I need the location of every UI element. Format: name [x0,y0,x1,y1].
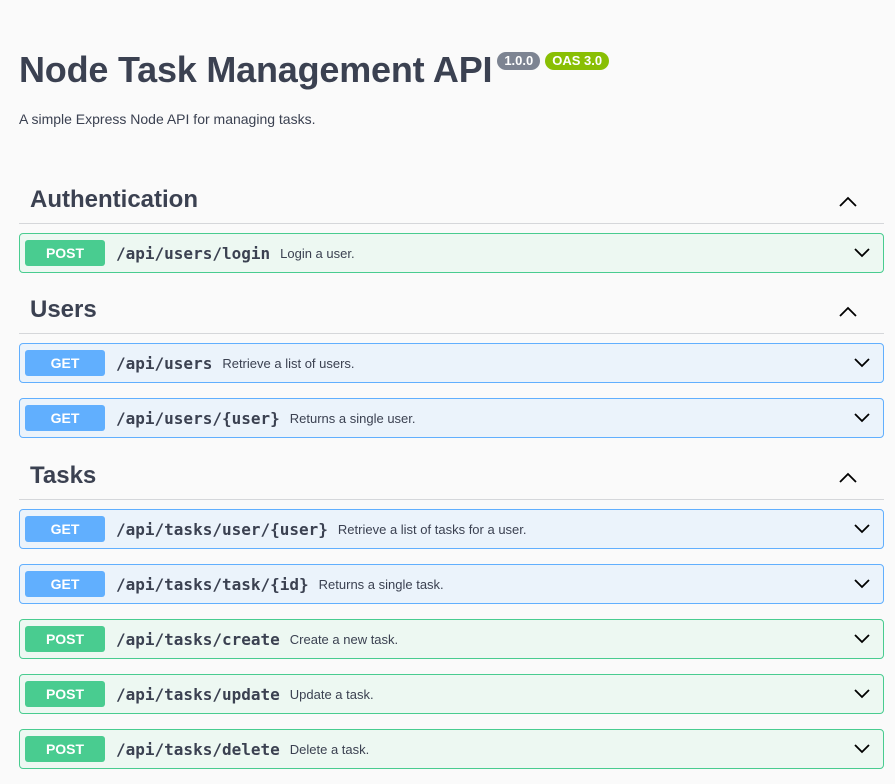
section-header-users[interactable]: Users [19,290,884,334]
method-badge: POST [25,240,105,266]
operation-summary: Retrieve a list of tasks for a user. [337,521,527,537]
operation-post-task-create[interactable]: POST /api/tasks/create Create a new task… [19,619,884,659]
method-badge: GET [25,350,105,376]
chevron-down-icon[interactable] [853,523,871,535]
section-users: Users GET /api/users Retrieve a list of … [19,290,884,440]
chevron-down-icon[interactable] [853,412,871,424]
chevron-down-icon[interactable] [853,578,871,590]
operation-summary: Retrieve a list of users. [222,355,355,371]
chevron-up-icon[interactable] [838,196,858,208]
operation-path: /api/tasks/task/{id} [116,574,309,594]
operation-path: /api/tasks/create [116,629,280,649]
operation-summary: Create a new task. [289,631,399,647]
chevron-down-icon[interactable] [853,743,871,755]
method-badge: POST [25,626,105,652]
api-info-header: Node Task Management API 1.0.0 OAS 3.0 A… [19,46,884,127]
operation-post-task-delete[interactable]: POST /api/tasks/delete Delete a task. [19,729,884,769]
operation-post-users-login[interactable]: POST /api/users/login Login a user. [19,233,884,273]
operation-path: /api/tasks/user/{user} [116,519,328,539]
method-badge: GET [25,405,105,431]
chevron-up-icon[interactable] [838,472,858,484]
api-description: A simple Express Node API for managing t… [19,111,316,127]
operation-summary: Returns a single task. [318,576,444,592]
method-badge: GET [25,571,105,597]
version-badge: 1.0.0 [497,52,541,70]
operation-summary: Returns a single user. [289,410,416,426]
operation-get-task[interactable]: GET /api/tasks/task/{id} Returns a singl… [19,564,884,604]
section-header-authentication[interactable]: Authentication [19,180,884,224]
operation-summary: Login a user. [280,245,355,261]
method-badge: POST [25,736,105,762]
operation-get-user[interactable]: GET /api/users/{user} Returns a single u… [19,398,884,438]
title-row: Node Task Management API 1.0.0 OAS 3.0 [19,46,884,94]
operation-path: /api/users/{user} [116,408,280,428]
operation-path: /api/tasks/update [116,684,280,704]
method-badge: GET [25,516,105,542]
operation-summary: Update a task. [289,686,374,702]
oas-badge: OAS 3.0 [545,52,610,70]
section-title: Users [30,296,97,323]
section-header-tasks[interactable]: Tasks [19,456,884,500]
chevron-up-icon[interactable] [838,306,858,318]
section-title: Tasks [30,462,97,489]
section-tasks: Tasks GET /api/tasks/user/{user} Retriev… [19,456,884,771]
section-authentication: Authentication POST /api/users/login Log… [19,180,884,274]
chevron-down-icon[interactable] [853,357,871,369]
operation-post-task-update[interactable]: POST /api/tasks/update Update a task. [19,674,884,714]
operation-path: /api/users [116,353,213,373]
section-title: Authentication [30,186,198,213]
chevron-down-icon[interactable] [853,633,871,645]
method-badge: POST [25,681,105,707]
chevron-down-icon[interactable] [853,688,871,700]
operation-path: /api/users/login [116,243,271,263]
operation-summary: Delete a task. [289,741,370,757]
chevron-down-icon[interactable] [853,247,871,259]
operation-get-tasks-user[interactable]: GET /api/tasks/user/{user} Retrieve a li… [19,509,884,549]
page-title: Node Task Management API [19,49,493,90]
operation-path: /api/tasks/delete [116,739,280,759]
operation-get-users[interactable]: GET /api/users Retrieve a list of users. [19,343,884,383]
